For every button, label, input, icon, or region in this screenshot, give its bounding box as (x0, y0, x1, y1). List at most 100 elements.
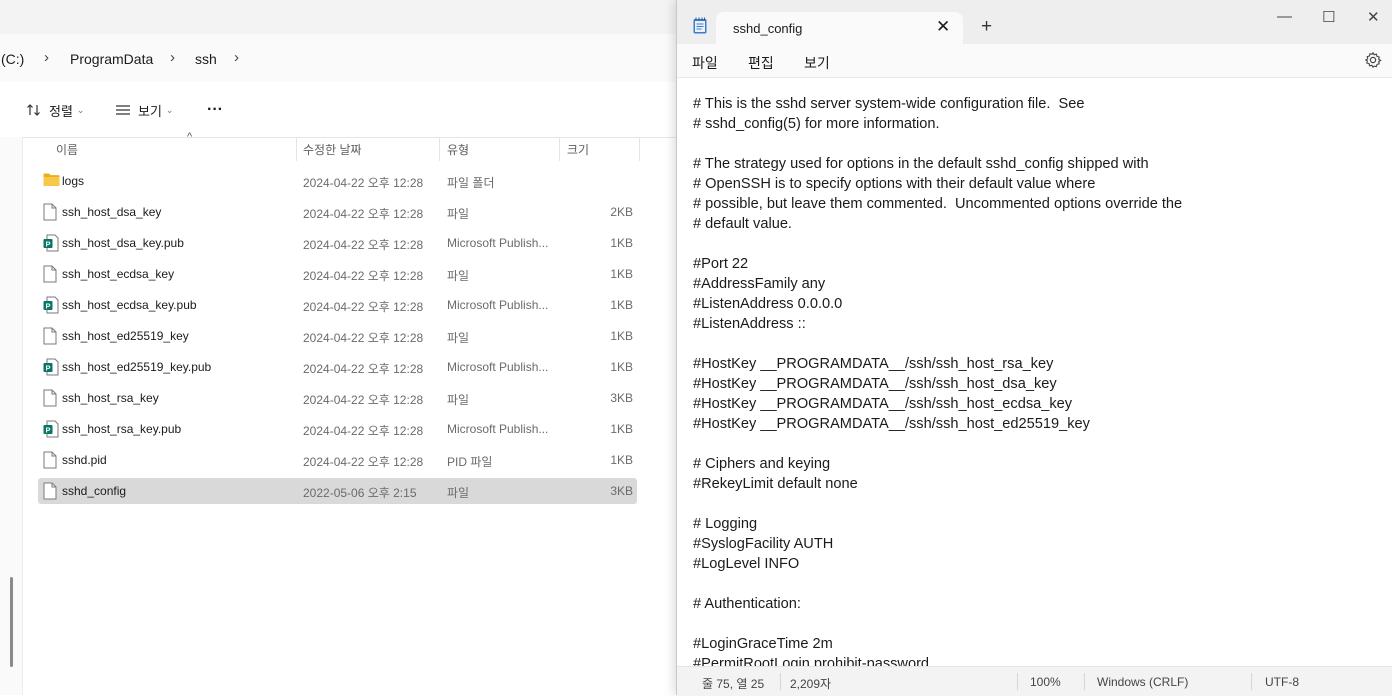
column-divider[interactable] (559, 137, 560, 161)
file-size: 1KB (610, 329, 633, 343)
file-name: ssh_host_ed25519_key.pub (62, 360, 212, 374)
more-options-button[interactable]: ··· (207, 99, 223, 121)
file-type: 파일 (447, 393, 470, 407)
file-row[interactable]: Pssh_host_dsa_key.pub 2024-04-22 오후 12:28… (38, 230, 637, 256)
status-encoding[interactable]: UTF-8 (1265, 675, 1299, 689)
file-row[interactable]: Pssh_host_ecdsa_key.pub 2024-04-22 오후 12:… (38, 292, 637, 318)
folder-icon (43, 172, 60, 190)
file-row[interactable]: ssh_host_ecdsa_key 2024-04-22 오후 12:28 파일 1… (38, 261, 637, 287)
file-date: 2024-04-22 오후 12:28 (303, 424, 424, 438)
file-row[interactable]: ssh_host_dsa_key 2024-04-22 오후 12:28 파일 2KB (38, 199, 637, 225)
menu-view[interactable]: 보기 (804, 53, 830, 73)
file-row[interactable]: Pssh_host_ed25519_key.pub 2024-04-22 오후 1… (38, 354, 637, 380)
status-divider (1084, 673, 1085, 690)
editor-line: #HostKey __PROGRAMDATA__/ssh/ssh_host_ds… (693, 376, 1057, 392)
minimize-icon[interactable]: — (1277, 8, 1292, 25)
file-date: 2024-04-22 오후 12:28 (303, 207, 424, 221)
breadcrumb-chevron-icon[interactable]: › (234, 49, 239, 66)
breadcrumb-chevron-icon[interactable]: › (170, 49, 175, 66)
new-tab-icon[interactable]: + (981, 17, 992, 36)
file-name: logs (62, 174, 85, 188)
column-divider[interactable] (439, 137, 440, 161)
file-date: 2024-04-22 오후 12:28 (303, 238, 424, 252)
status-line-ending[interactable]: Windows (CRLF) (1097, 675, 1188, 689)
status-divider (1251, 673, 1252, 690)
file-name: ssh_host_dsa_key (62, 205, 162, 219)
status-zoom[interactable]: 100% (1030, 675, 1061, 689)
file-size: 1KB (610, 453, 633, 467)
notepad-app-icon (693, 17, 707, 34)
svg-text:P: P (45, 425, 50, 434)
chevron-down-icon: ⌄ (76, 104, 85, 115)
editor-line: # Logging (693, 516, 758, 532)
column-divider[interactable] (296, 137, 297, 161)
file-size: 1KB (610, 267, 633, 281)
view-list-icon (116, 105, 130, 115)
editor-line: # Ciphers and keying (693, 456, 831, 472)
editor-line: #HostKey __PROGRAMDATA__/ssh/ssh_host_ec… (693, 396, 1073, 412)
file-name: ssh_host_rsa_key.pub (62, 422, 182, 436)
editor-line: # sshd_config(5) for more information. (693, 116, 940, 132)
file-date: 2024-04-22 오후 12:28 (303, 176, 424, 190)
menu-edit[interactable]: 편집 (748, 53, 774, 73)
view-label: 보기 (138, 103, 162, 119)
file-type: 파일 폴더 (447, 176, 495, 190)
editor-line: #AddressFamily any (693, 276, 826, 292)
file-type: 파일 (447, 269, 470, 283)
file-name: ssh_host_ed25519_key (62, 329, 189, 343)
sort-button[interactable]: 정렬 ⌄ (26, 99, 84, 121)
breadcrumb-chevron-icon[interactable]: › (44, 49, 49, 66)
nav-scrollbar-thumb[interactable] (10, 577, 13, 667)
file-size: 1KB (610, 236, 633, 250)
editor-line: # Authentication: (693, 596, 801, 612)
file-name: ssh_host_ecdsa_key.pub (62, 298, 197, 312)
tab-title: sshd_config (733, 21, 803, 36)
file-size: 1KB (610, 360, 633, 374)
publisher-file-icon: P (43, 358, 59, 376)
tab-sshd-config[interactable]: sshd_config ✕ (716, 12, 963, 45)
file-row[interactable]: sshd_config 2022-05-06 오후 2:15 파일 3KB (38, 478, 637, 504)
column-date[interactable]: 수정한 날짜 (303, 141, 362, 158)
file-date: 2024-04-22 오후 12:28 (303, 269, 424, 283)
file-icon (43, 482, 59, 500)
notepad-window: sshd_config ✕ + — ☐ ✕ 파일 편집 보기 # This is… (676, 0, 1392, 696)
column-header-row: ^ 이름 수정한 날짜 유형 크기 (22, 131, 662, 161)
column-name[interactable]: 이름 (56, 141, 78, 158)
publisher-file-icon: P (43, 296, 59, 314)
file-date: 2022-05-06 오후 2:15 (303, 486, 417, 500)
sort-icon (27, 104, 40, 116)
close-window-icon[interactable]: ✕ (1367, 8, 1380, 26)
column-divider[interactable] (639, 137, 640, 161)
status-divider (780, 673, 781, 690)
editor-line: #ListenAddress 0.0.0.0 (693, 296, 843, 312)
file-type: Microsoft Publish... (447, 360, 549, 374)
file-date: 2024-04-22 오후 12:28 (303, 331, 424, 345)
file-name: sshd.pid (62, 453, 107, 467)
sort-label: 정렬 (49, 103, 73, 119)
file-row[interactable]: ssh_host_ed25519_key 2024-04-22 오후 12:28 파… (38, 323, 637, 349)
editor-line: #SyslogFacility AUTH (693, 536, 834, 552)
file-size: 3KB (610, 484, 633, 498)
editor-line: # OpenSSH is to specify options with the… (693, 176, 1096, 192)
file-row[interactable]: sshd.pid 2024-04-22 오후 12:28 PID 파일 1KB (38, 447, 637, 473)
view-button[interactable]: 보기 ⌄ (115, 99, 173, 121)
menu-file[interactable]: 파일 (692, 53, 718, 73)
breadcrumb-programdata[interactable]: ProgramData (70, 51, 153, 67)
file-date: 2024-04-22 오후 12:28 (303, 455, 424, 469)
file-row[interactable]: Pssh_host_rsa_key.pub 2024-04-22 오후 12:28… (38, 416, 637, 442)
file-type: 파일 (447, 207, 470, 221)
file-name: ssh_host_rsa_key (62, 391, 159, 405)
file-row[interactable]: logs 2024-04-22 오후 12:28 파일 폴더 (38, 168, 637, 194)
breadcrumb-ssh[interactable]: ssh (195, 51, 217, 67)
maximize-icon[interactable]: ☐ (1322, 8, 1335, 26)
file-type: Microsoft Publish... (447, 236, 549, 250)
close-tab-icon[interactable]: ✕ (936, 17, 950, 37)
column-size[interactable]: 크기 (567, 141, 589, 158)
file-row[interactable]: ssh_host_rsa_key 2024-04-22 오후 12:28 파일 3KB (38, 385, 637, 411)
settings-gear-icon[interactable] (1364, 51, 1382, 69)
editor-line: # default value. (693, 216, 792, 232)
status-bar: 줄 75, 열 25 2,209자 100% Windows (CRLF) UT… (677, 666, 1392, 696)
column-type[interactable]: 유형 (447, 141, 469, 158)
breadcrumb-drive[interactable]: (C:) (1, 51, 24, 67)
text-editor-area[interactable]: # This is the sshd server system-wide co… (677, 78, 1392, 666)
